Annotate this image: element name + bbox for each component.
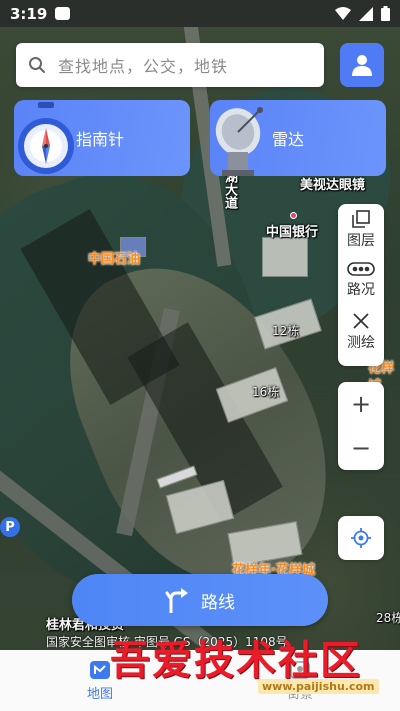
- profile-button[interactable]: [340, 43, 384, 87]
- parking-icon[interactable]: P: [0, 517, 20, 537]
- search-bar[interactable]: 查找地点，公交，地铁: [16, 43, 324, 87]
- poi-bank[interactable]: 中国银行: [266, 221, 318, 240]
- search-icon: [29, 57, 45, 73]
- poi-glasses[interactable]: 美视达眼镜: [300, 174, 365, 193]
- status-bar: 3:19: [0, 0, 400, 27]
- building-label-28: 28栋: [376, 611, 400, 625]
- route-button[interactable]: 路线: [72, 574, 328, 626]
- search-placeholder: 查找地点，公交，地铁: [58, 57, 229, 76]
- map-tools-panel: 图层 路况 测绘: [338, 204, 384, 366]
- layers-button[interactable]: 图层: [347, 210, 375, 261]
- user-icon: [352, 55, 372, 76]
- radar-card[interactable]: 雷达: [210, 100, 386, 176]
- notification-icon: [55, 7, 71, 20]
- signal-icon: [359, 6, 373, 21]
- building: [262, 237, 308, 277]
- layers-label: 图层: [347, 233, 375, 249]
- radar-dish-icon: [215, 107, 263, 176]
- map-icon: [90, 660, 110, 679]
- layers-icon: [352, 210, 370, 228]
- radar-label: 雷达: [272, 130, 305, 149]
- watermark-logo: 吾爱技术社区: [110, 637, 362, 684]
- zoom-out-button[interactable]: −: [351, 436, 371, 460]
- route-icon: [165, 588, 188, 613]
- route-label: 路线: [201, 592, 235, 613]
- traffic-button[interactable]: 路况: [347, 261, 375, 312]
- battery-icon: [381, 6, 390, 21]
- compass-label: 指南针: [76, 130, 125, 149]
- measure-icon: [353, 313, 369, 329]
- measure-button[interactable]: 测绘: [347, 312, 375, 363]
- zoom-in-button[interactable]: +: [351, 392, 371, 416]
- measure-label: 测绘: [347, 335, 375, 351]
- poi-marker[interactable]: [290, 212, 297, 219]
- traffic-icon: [347, 262, 375, 276]
- compass-card[interactable]: 指南针: [14, 100, 190, 176]
- locate-icon: [351, 528, 371, 548]
- locate-button[interactable]: [338, 516, 384, 560]
- poi-gas-station[interactable]: 中国石油: [88, 248, 140, 267]
- watermark-url: www.paijishu.com: [258, 679, 379, 694]
- status-time: 3:19: [10, 4, 48, 23]
- building-label-16: 16栋: [252, 385, 280, 399]
- wifi-icon: [335, 6, 351, 20]
- traffic-label: 路况: [347, 282, 375, 298]
- compass-icon: [18, 102, 74, 174]
- zoom-controls: + −: [338, 382, 384, 470]
- building-label-12: 12栋: [272, 324, 300, 338]
- status-icons: [335, 6, 390, 21]
